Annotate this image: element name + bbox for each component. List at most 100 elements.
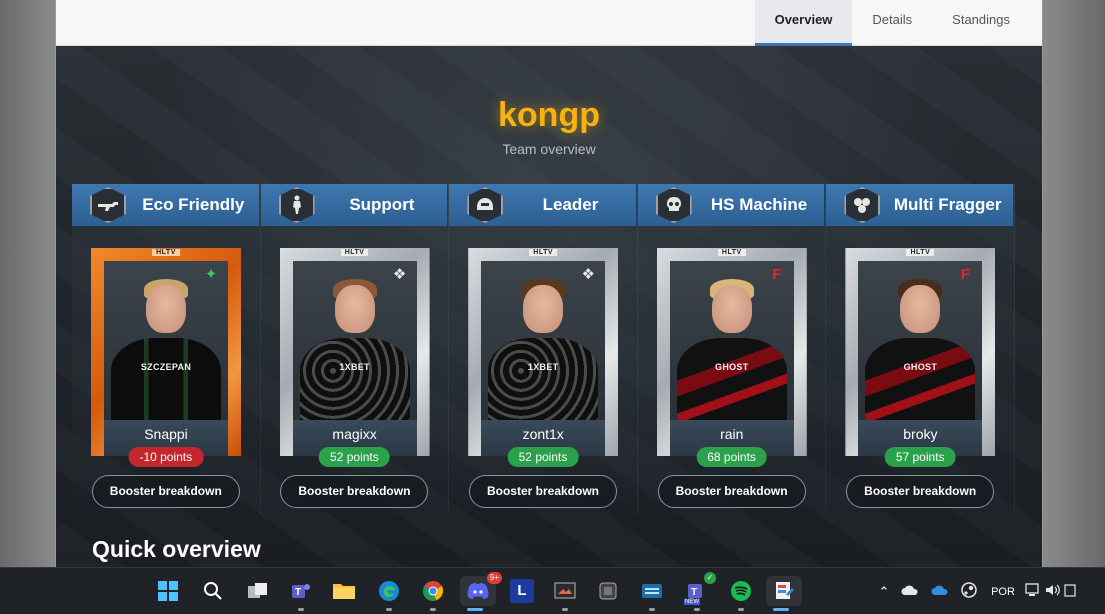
onedrive-white-icon[interactable] (895, 584, 925, 599)
player-card[interactable]: HLTV SZCZEPAN ✦ Snappi (91, 248, 241, 456)
role-title: Leader (542, 195, 599, 214)
steam-icon[interactable] (955, 582, 983, 601)
helmet-icon (467, 187, 504, 223)
jersey-sponsor: SZCZEPAN (140, 362, 192, 372)
notification-badge: 9+ (486, 572, 502, 584)
svg-text:T: T (295, 587, 301, 598)
player-face (523, 285, 564, 333)
jersey-pattern (299, 338, 410, 420)
role-title: Support (349, 195, 415, 214)
keyboard-app-icon[interactable] (637, 576, 667, 611)
team-subtitle: Team overview (502, 141, 596, 157)
taskbar: T 9+ L T ✓ NEW ⌃ POR (0, 567, 1105, 614)
player-card[interactable]: HLTV 1XBET ❖ zont1x (468, 248, 619, 456)
player-jersey (299, 338, 410, 420)
network-icon[interactable] (1023, 583, 1043, 600)
spotify-icon[interactable] (726, 576, 756, 611)
tab-standings[interactable]: Standings (932, 0, 1030, 46)
running-indicator (562, 608, 568, 611)
player-name: Snappi (144, 426, 188, 442)
player-face (334, 285, 375, 333)
player-photo: GHOST F (858, 261, 983, 420)
tab-details[interactable]: Details (852, 0, 932, 46)
teams-icon[interactable]: T (286, 576, 316, 611)
role-title: HS Machine (710, 195, 808, 214)
player-photo: 1XBET ❖ (481, 261, 606, 420)
task-view-icon[interactable] (243, 576, 273, 606)
l-app-letter: L (510, 579, 534, 603)
chevron-up-icon[interactable]: ⌃ (873, 584, 895, 600)
player-jersey (111, 338, 221, 420)
running-indicator (649, 608, 655, 611)
role-columns: Eco Friendly HLTV SZCZEPAN ✦ Snappi -10 … (72, 184, 1015, 514)
check-badge-icon: ✓ (704, 572, 716, 584)
team-name: kongp (498, 96, 600, 134)
tab-bar: Overview Details Standings (754, 0, 1030, 46)
booster-breakdown-button[interactable]: Booster breakdown (468, 475, 617, 508)
battery-icon[interactable] (1063, 583, 1077, 600)
running-indicator (386, 608, 392, 611)
rifle-icon (90, 187, 126, 223)
teams-new-icon[interactable]: T ✓ NEW (682, 572, 716, 611)
hltv-badge: HLTV (340, 249, 369, 256)
player-name: magixx (332, 426, 377, 442)
window-background-right (1043, 0, 1105, 567)
role-title: Multi Fragger (893, 195, 1002, 214)
player-name: zont1x (522, 426, 564, 442)
volume-icon[interactable] (1043, 583, 1063, 600)
points-badge: 57 points (884, 447, 956, 467)
player-photo: 1XBET ❖ (292, 261, 417, 420)
player-card[interactable]: HLTV GHOST F rain (656, 248, 807, 456)
role-column-multi-fragger: Multi Fragger HLTV GHOST F broky 57 poin… (826, 184, 1015, 514)
chrome-icon[interactable] (418, 576, 448, 611)
edge-icon[interactable] (374, 576, 404, 611)
role-column-hs-machine: HS Machine HLTV GHOST F rain 68 points B… (637, 184, 827, 514)
file-explorer-icon[interactable] (329, 576, 359, 606)
jersey-sponsor: GHOST (903, 362, 938, 372)
language-indicator[interactable]: POR (983, 586, 1023, 598)
hltv-badge: HLTV (152, 249, 180, 256)
player-face (900, 285, 941, 333)
booster-breakdown-button[interactable]: Booster breakdown (280, 475, 429, 508)
snipping-tool-icon[interactable] (550, 576, 580, 611)
hltv-badge: HLTV (906, 249, 935, 256)
player-card[interactable]: HLTV GHOST F broky (845, 248, 996, 456)
section-title: Quick overview (92, 536, 261, 562)
role-header: Multi Fragger (826, 184, 1014, 226)
player-name: broky (903, 426, 938, 442)
search-icon[interactable] (198, 576, 228, 606)
booster-breakdown-button[interactable]: Booster breakdown (657, 475, 806, 508)
spirit-dragon-logo-icon: ❖ (581, 266, 595, 283)
page-topbar: Overview Details Standings (56, 0, 1042, 46)
kneeling-soldier-icon (278, 187, 315, 223)
points-badge: 52 points (319, 447, 390, 467)
faze-logo-icon: F (772, 266, 782, 283)
role-title: Eco Friendly (142, 195, 245, 214)
paint-icon[interactable] (766, 576, 802, 611)
player-face (146, 285, 186, 333)
role-column-leader: Leader HLTV 1XBET ❖ zont1x 52 points Boo… (449, 184, 638, 514)
hltv-badge: HLTV (529, 249, 558, 256)
points-badge: -10 points (128, 447, 204, 467)
l-app-icon[interactable]: L (507, 576, 537, 606)
player-photo: GHOST F (669, 261, 794, 420)
discord-icon[interactable]: 9+ (460, 572, 502, 611)
role-header: Leader (449, 184, 637, 226)
spirit-dragon-logo-icon: ❖ (392, 266, 407, 283)
tab-overview[interactable]: Overview (754, 0, 853, 46)
hltv-badge: HLTV (717, 249, 746, 256)
running-indicator (694, 608, 700, 611)
booster-breakdown-button[interactable]: Booster breakdown (846, 475, 995, 508)
windows-start-icon[interactable] (153, 576, 183, 606)
system-tray: ⌃ POR (873, 568, 1077, 614)
svg-text:T: T (691, 587, 697, 598)
role-header: Support (260, 184, 449, 226)
booster-breakdown-button[interactable]: Booster breakdown (91, 475, 240, 508)
jersey-sponsor: GHOST (715, 362, 749, 372)
player-card[interactable]: HLTV 1XBET ❖ magixx (279, 248, 430, 456)
onedrive-blue-icon[interactable] (925, 584, 955, 599)
app-cube-icon[interactable] (593, 576, 623, 606)
jersey-sponsor: 1XBET (339, 362, 370, 372)
window-background-left (0, 0, 55, 567)
faze-logo-icon: F (960, 266, 970, 283)
